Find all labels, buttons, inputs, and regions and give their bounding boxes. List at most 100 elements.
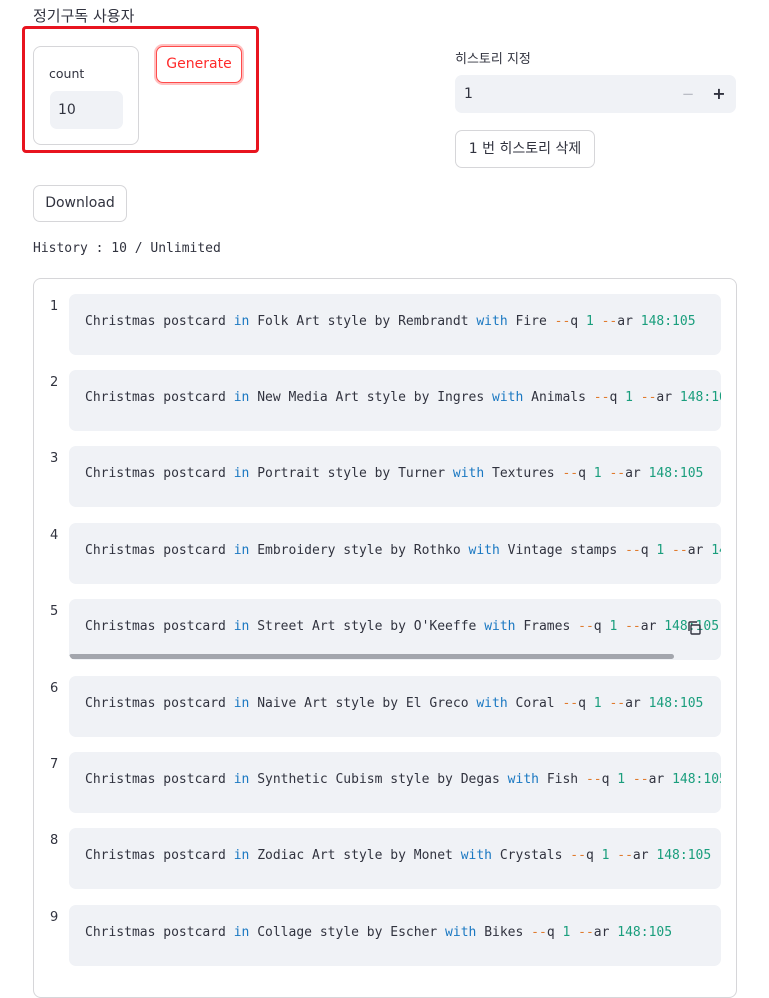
count-input[interactable]: 10 xyxy=(50,91,123,129)
delete-history-button[interactable]: 1 번 히스토리 삭제 xyxy=(455,130,595,168)
prompt-token-prefix: Christmas postcard xyxy=(85,390,226,405)
prompt-token-ar: ar xyxy=(656,390,673,405)
prompt-token-q-val: 1 xyxy=(593,466,602,481)
history-item-code-block[interactable]: Christmas postcard in Folk Art style by … xyxy=(69,294,721,355)
prompt-token-kw-in: in xyxy=(233,314,250,329)
prompt-token-opt-q: -- xyxy=(625,543,641,558)
prompt-token-ar: ar xyxy=(648,772,665,787)
prompt-token-prefix: Christmas postcard xyxy=(85,696,226,711)
prompt-token-kw-with: with xyxy=(492,390,524,405)
prompt-token-kw-with: with xyxy=(476,314,508,329)
prompt-token-prefix: Christmas postcard xyxy=(85,543,226,558)
prompt-token-ar: ar xyxy=(687,543,704,558)
prompt-token-prefix: Christmas postcard xyxy=(85,772,226,787)
history-item-prompt: Christmas postcard in Zodiac Art style b… xyxy=(85,848,711,863)
prompt-token-q-val: 1 xyxy=(601,848,610,863)
prompt-token-opt-q: -- xyxy=(585,772,602,787)
prompt-token-opt-ar: -- xyxy=(632,772,649,787)
prompt-token-kw-in: in xyxy=(233,848,250,863)
history-item-prompt: Christmas postcard in Folk Art style by … xyxy=(85,314,696,329)
history-item-code-block[interactable]: Christmas postcard in Collage style by E… xyxy=(69,905,721,966)
history-item-index: 5 xyxy=(50,604,59,619)
prompt-token-opt-ar: -- xyxy=(625,619,641,634)
prompt-token-q: q xyxy=(593,619,602,634)
prompt-token-opt-q: -- xyxy=(531,925,547,940)
prompt-token-prefix: Christmas postcard xyxy=(85,314,226,329)
prompt-token-style: Synthetic Cubism style by Degas xyxy=(257,772,500,787)
prompt-token-opt-q: -- xyxy=(554,314,571,329)
history-item-code-block[interactable]: Christmas postcard in Naive Art style by… xyxy=(69,676,721,737)
prompt-token-opt-ar: -- xyxy=(640,390,657,405)
prompt-token-style: Embroidery style by Rothko xyxy=(257,543,461,558)
history-item-code-block[interactable]: Christmas postcard in Synthetic Cubism s… xyxy=(69,752,721,813)
prompt-token-subject: Textures xyxy=(492,466,555,481)
prompt-token-style: Folk Art style by Rembrandt xyxy=(257,314,469,329)
prompt-token-q: q xyxy=(601,772,610,787)
prompt-token-ar-val: 148:105 xyxy=(648,696,704,711)
prompt-token-subject: Vintage stamps xyxy=(507,543,618,558)
prompt-token-q-val: 1 xyxy=(656,543,665,558)
prompt-token-subject: Coral xyxy=(515,696,555,711)
prompt-token-kw-with: with xyxy=(468,543,500,558)
history-list: 1 Christmas postcard in Folk Art style by… xyxy=(33,278,737,998)
prompt-token-q: q xyxy=(570,314,579,329)
history-item-code-block[interactable]: Christmas postcard in New Media Art styl… xyxy=(69,370,721,431)
history-item-index: 9 xyxy=(50,910,59,925)
prompt-token-ar-val: 148:105 xyxy=(648,466,704,481)
prompt-token-ar-val: 148:105 xyxy=(640,314,696,329)
prompt-token-opt-ar: -- xyxy=(601,314,618,329)
plus-icon[interactable]: + xyxy=(712,75,726,113)
prompt-token-q-val: 1 xyxy=(617,772,626,787)
history-item-code-block[interactable]: Christmas postcard in Embroidery style b… xyxy=(69,523,721,584)
prompt-token-opt-ar: -- xyxy=(578,925,594,940)
prompt-token-subject: Bikes xyxy=(484,925,524,940)
copy-icon[interactable] xyxy=(686,620,702,636)
prompt-token-style: Collage style by Escher xyxy=(257,925,438,940)
prompt-token-kw-in: in xyxy=(233,772,250,787)
prompt-token-kw-with: with xyxy=(445,925,477,940)
prompt-token-kw-in: in xyxy=(233,390,250,405)
history-item-prompt: Christmas postcard in Naive Art style by… xyxy=(85,696,703,711)
prompt-token-q-val: 1 xyxy=(625,390,633,405)
prompt-token-style: New Media Art style by Ingres xyxy=(257,390,485,405)
prompt-token-kw-in: in xyxy=(233,543,250,558)
prompt-token-kw-in: in xyxy=(233,696,250,711)
prompt-token-opt-ar: -- xyxy=(609,696,626,711)
history-item-code-block[interactable]: Christmas postcard in Street Art style b… xyxy=(69,599,721,660)
prompt-token-q-val: 1 xyxy=(609,619,618,634)
prompt-token-kw-with: with xyxy=(460,848,493,863)
history-item-code-block[interactable]: Christmas postcard in Portrait style by … xyxy=(69,446,721,507)
download-button[interactable]: Download xyxy=(33,185,127,222)
prompt-token-ar: ar xyxy=(625,466,641,481)
prompt-token-q: q xyxy=(609,390,618,405)
page-title: 정기구독 사용자 xyxy=(33,7,135,25)
history-item-index: 2 xyxy=(50,375,59,390)
generate-button[interactable]: Generate xyxy=(156,46,242,83)
minus-icon[interactable]: − xyxy=(681,75,695,113)
prompt-token-q: q xyxy=(578,696,586,711)
prompt-token-prefix: Christmas postcard xyxy=(85,848,226,863)
prompt-token-style: Zodiac Art style by Monet xyxy=(257,848,453,863)
prompt-token-prefix: Christmas postcard xyxy=(85,925,226,940)
prompt-token-opt-ar: -- xyxy=(609,466,626,481)
prompt-token-opt-q: -- xyxy=(570,848,586,863)
count-label: count xyxy=(49,66,85,81)
history-item-prompt: Christmas postcard in Portrait style by … xyxy=(85,466,703,481)
history-item-code-block[interactable]: Christmas postcard in Zodiac Art style b… xyxy=(69,828,721,889)
prompt-token-ar-val: 148:105 xyxy=(672,772,721,787)
prompt-token-q-val: 1 xyxy=(562,925,571,940)
prompt-token-ar-val: 148:105 xyxy=(656,848,712,863)
prompt-token-q: q xyxy=(585,848,594,863)
prompt-token-q: q xyxy=(640,543,649,558)
history-number-input[interactable]: 1 xyxy=(464,75,473,113)
prompt-token-q-val: 1 xyxy=(585,314,594,329)
prompt-token-opt-q: -- xyxy=(562,466,579,481)
prompt-token-ar: ar xyxy=(593,925,610,940)
history-item-index: 7 xyxy=(50,757,59,772)
prompt-token-style: Street Art style by O'Keeffe xyxy=(257,619,477,634)
prompt-token-style: Naive Art style by El Greco xyxy=(257,696,469,711)
prompt-token-prefix: Christmas postcard xyxy=(85,619,226,634)
horizontal-scrollbar[interactable] xyxy=(69,654,674,659)
history-select-label: 히스토리 지정 xyxy=(455,52,531,67)
history-item-prompt: Christmas postcard in New Media Art styl… xyxy=(85,390,721,405)
